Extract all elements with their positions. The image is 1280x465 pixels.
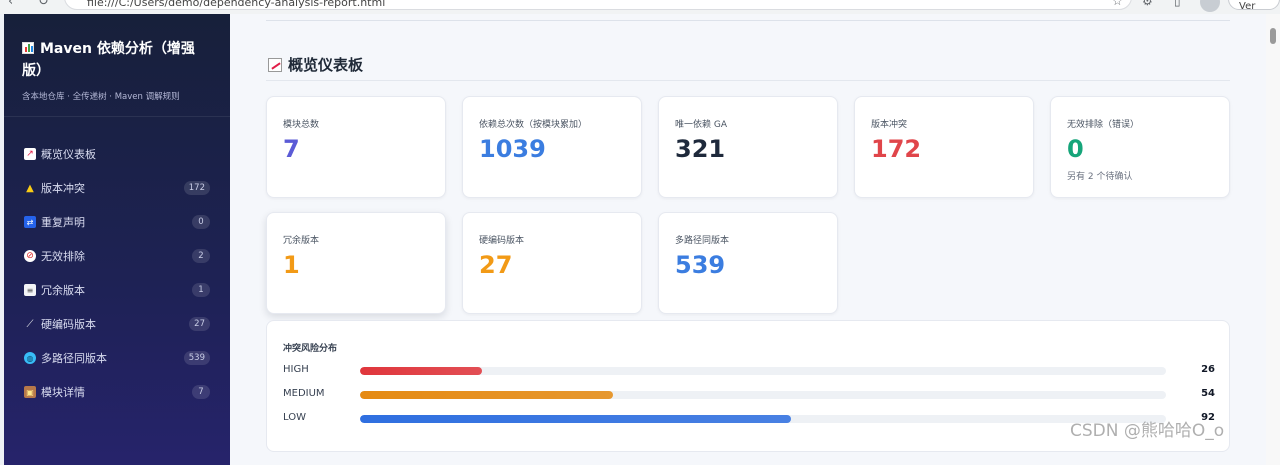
bar-chart-icon <box>22 42 34 54</box>
main-content: 概览仪表板 模块总数 7 依赖总次数（按模块累加） 1039 唯一依赖 GA 3… <box>230 14 1266 465</box>
sidepanel-icon[interactable]: ▯ <box>1174 0 1181 8</box>
sidebar-item-overview[interactable]: ↗ 概览仪表板 <box>4 137 230 171</box>
package-icon: ▣ <box>24 386 36 398</box>
app-title-text: Maven 依赖分析（增强版） <box>22 41 195 79</box>
chart-icon <box>268 58 282 72</box>
risk-track <box>360 367 1166 375</box>
stat-label: 依赖总次数（按模块累加） <box>479 120 588 130</box>
stat-label: 无效排除（错误） <box>1067 120 1140 130</box>
browser-toolbar: ‹ ↻ file:///C:/Users/demo/dependency-ana… <box>0 0 1280 14</box>
risk-value: 26 <box>1201 364 1215 375</box>
wand-icon: ⟋ <box>26 318 34 330</box>
sidebar-item-multipath[interactable]: ◍ 多路径同版本 539 <box>4 341 230 375</box>
count-badge: 27 <box>189 317 210 331</box>
sidebar-item-label: 概览仪表板 <box>41 148 96 161</box>
count-badge: 0 <box>192 215 210 229</box>
stat-card-hardcoded-versions: 硬编码版本 27 <box>462 212 642 314</box>
count-badge: 1 <box>192 283 210 297</box>
sidebar-item-invalid-exclusions[interactable]: ⊘ 无效排除 2 <box>4 239 230 273</box>
stat-note: 另有 2 个待确认 <box>1067 172 1133 182</box>
stat-label: 冗余版本 <box>283 236 320 246</box>
stat-card-redundant-versions: 冗余版本 1 <box>266 212 446 314</box>
star-icon[interactable]: ☆ <box>1112 0 1123 8</box>
page: Maven 依赖分析（增强版） 含本地仓库 · 全传递树 · Maven 调解规… <box>0 14 1280 465</box>
watermark: CSDN @熊哈哈O_o <box>1070 421 1225 441</box>
divider <box>266 20 1230 21</box>
scrollbar-thumb[interactable] <box>1270 28 1276 44</box>
stat-card-multipath: 多路径同版本 539 <box>658 212 838 314</box>
sidebar-item-redundant-versions[interactable]: ≡ 冗余版本 1 <box>4 273 230 307</box>
profile-avatar[interactable] <box>1200 0 1220 12</box>
chart-icon: ↗ <box>24 148 36 160</box>
address-bar[interactable]: file:///C:/Users/demo/dependency-analysi… <box>64 0 1132 10</box>
risk-track <box>360 415 1166 423</box>
sidebar-header: Maven 依赖分析（增强版） 含本地仓库 · 全传递树 · Maven 调解规… <box>4 14 230 117</box>
risk-value: 54 <box>1201 388 1215 399</box>
sidebar-item-modules[interactable]: ▣ 模块详情 7 <box>4 375 230 409</box>
profile-button[interactable]: Ver <box>1228 0 1280 12</box>
stat-label: 版本冲突 <box>871 120 908 130</box>
sidebar-item-label: 版本冲突 <box>41 182 85 195</box>
stat-label: 多路径同版本 <box>675 236 730 246</box>
count-badge: 539 <box>183 351 210 365</box>
page-title-text: 概览仪表板 <box>288 56 364 74</box>
risk-bar-high <box>360 367 482 375</box>
divider <box>266 80 1230 81</box>
stat-value: 1039 <box>479 135 546 163</box>
stat-value: 321 <box>675 135 726 163</box>
reload-icon[interactable]: ↻ <box>38 0 49 9</box>
stat-label: 模块总数 <box>283 120 320 130</box>
stat-card-unique-ga: 唯一依赖 GA 321 <box>658 96 838 198</box>
sidebar-item-label: 硬编码版本 <box>41 318 96 331</box>
risk-label: LOW <box>283 412 306 423</box>
stat-card-modules: 模块总数 7 <box>266 96 446 198</box>
stat-label: 唯一依赖 GA <box>675 120 727 130</box>
app-title: Maven 依赖分析（增强版） <box>22 38 212 82</box>
sidebar-item-label: 重复声明 <box>41 216 85 229</box>
back-icon[interactable]: ‹ <box>8 0 13 9</box>
globe-icon: ◍ <box>24 352 36 364</box>
count-badge: 2 <box>192 249 210 263</box>
stat-value: 7 <box>283 135 300 163</box>
count-badge: 7 <box>192 385 210 399</box>
risk-track <box>360 391 1166 399</box>
stat-value: 1 <box>283 251 300 279</box>
count-badge: 172 <box>183 181 210 195</box>
sidebar-nav: ↗ 概览仪表板 ▲ 版本冲突 172 ⇄ 重复声明 0 ⊘ 无效排除 2 ≡ 冗… <box>4 117 230 409</box>
sidebar: Maven 依赖分析（增强版） 含本地仓库 · 全传递树 · Maven 调解规… <box>4 14 230 465</box>
risk-label: MEDIUM <box>283 388 325 399</box>
risk-bar-medium <box>360 391 614 399</box>
extension-icon[interactable]: ⚙ <box>1142 0 1153 8</box>
stat-value: 27 <box>479 251 513 279</box>
sidebar-item-label: 模块详情 <box>41 386 85 399</box>
risk-label: HIGH <box>283 364 309 375</box>
risk-row-medium: MEDIUM 54 <box>283 387 1215 403</box>
sidebar-item-label: 冗余版本 <box>41 284 85 297</box>
scrollbar[interactable] <box>1266 14 1280 465</box>
sidebar-item-duplicates[interactable]: ⇄ 重复声明 0 <box>4 205 230 239</box>
risk-bar-low <box>360 415 792 423</box>
stat-label: 硬编码版本 <box>479 236 525 246</box>
risk-title: 冲突风险分布 <box>283 344 338 354</box>
stat-value: 172 <box>871 135 922 163</box>
repeat-icon: ⇄ <box>24 216 36 228</box>
stat-card-invalid-exclusions: 无效排除（错误） 0 另有 2 个待确认 <box>1050 96 1230 198</box>
stat-value: 0 <box>1067 135 1084 163</box>
sidebar-item-label: 多路径同版本 <box>41 352 107 365</box>
sidebar-item-hardcoded-versions[interactable]: ⟋ 硬编码版本 27 <box>4 307 230 341</box>
risk-row-high: HIGH 26 <box>283 363 1215 379</box>
prohibited-icon: ⊘ <box>24 250 36 262</box>
app-subtitle: 含本地仓库 · 全传递树 · Maven 调解规则 <box>22 92 180 102</box>
stat-card-dependency-count: 依赖总次数（按模块累加） 1039 <box>462 96 642 198</box>
stat-card-version-conflicts: 版本冲突 172 <box>854 96 1034 198</box>
page-title: 概览仪表板 <box>268 54 363 75</box>
warning-icon: ▲ <box>26 182 34 194</box>
stat-value: 539 <box>675 251 726 279</box>
sidebar-item-conflicts[interactable]: ▲ 版本冲突 172 <box>4 171 230 205</box>
sidebar-item-label: 无效排除 <box>41 250 85 263</box>
memo-icon: ≡ <box>24 284 36 296</box>
